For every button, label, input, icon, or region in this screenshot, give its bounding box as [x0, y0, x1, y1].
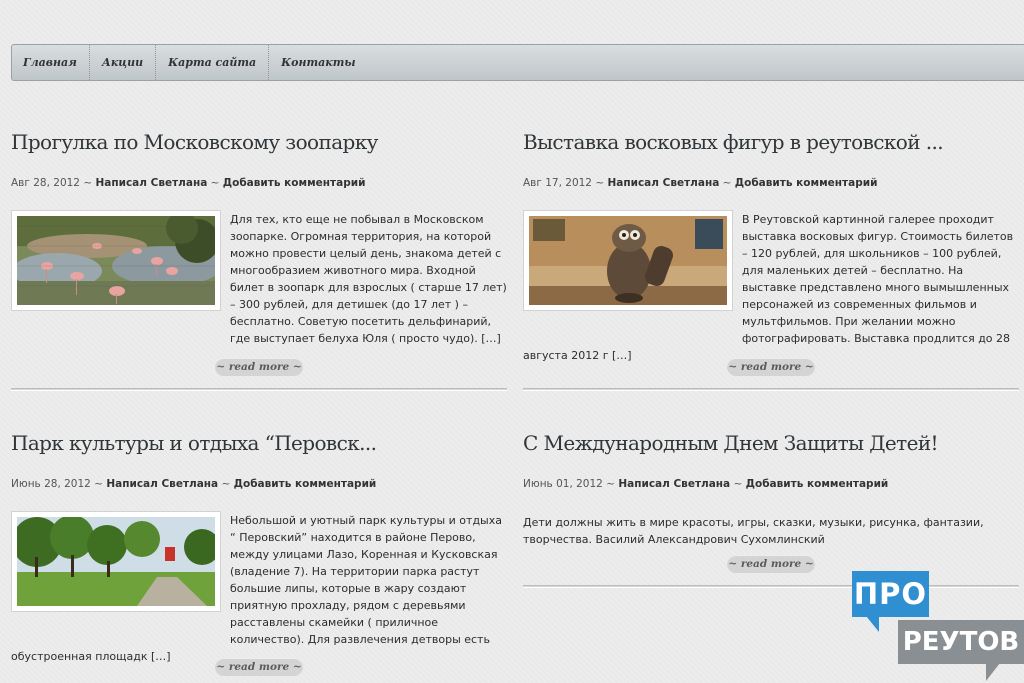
post-thumbnail-zoo[interactable] — [11, 210, 221, 311]
post-date: Авг 17, 2012 — [523, 177, 592, 189]
add-comment-link[interactable]: Добавить комментарий — [735, 177, 878, 189]
post-title[interactable]: Прогулка по Московскому зоопарку — [11, 130, 507, 154]
post-meta: Июнь 01, 2012 ~ Написал Светлана ~ Добав… — [523, 478, 888, 490]
post-author-link[interactable]: Написал Светлана — [95, 177, 207, 189]
post-title[interactable]: Парк культуры и отдыха “Перовск... — [11, 431, 507, 455]
post-title[interactable]: Выставка восковых фигур в реутовской ... — [523, 130, 1019, 154]
read-more-button[interactable]: ~ read more ~ — [727, 555, 815, 573]
post-date: Июнь 01, 2012 — [523, 478, 603, 490]
post-zoo: Прогулка по Московскому зоопарку Авг 28,… — [11, 130, 507, 391]
flamingos-photo — [17, 216, 215, 305]
post-author-link[interactable]: Написал Светлана — [618, 478, 730, 490]
post-excerpt: Дети должны жить в мире красоты, игры, с… — [523, 514, 1019, 548]
meta-separator: ~ — [90, 478, 107, 490]
nav-item-home[interactable]: Главная — [12, 45, 90, 80]
post-childrens-day: С Международным Днем Защиты Детей! Июнь … — [523, 431, 1019, 591]
post-separator — [11, 388, 507, 391]
post-title[interactable]: С Международным Днем Защиты Детей! — [523, 431, 1019, 455]
post-date: Авг 28, 2012 — [11, 177, 80, 189]
add-comment-link[interactable]: Добавить комментарий — [223, 177, 366, 189]
meta-separator: ~ — [602, 478, 619, 490]
post-excerpt-text: Для тех, кто еще не побывал в Московском… — [230, 213, 507, 345]
scrat-figure-photo — [529, 216, 727, 305]
meta-separator: ~ — [79, 177, 96, 189]
meta-separator: ~ — [719, 177, 735, 189]
post-meta: Июнь 28, 2012 ~ Написал Светлана ~ Добав… — [11, 478, 376, 490]
post-author-link[interactable]: Написал Светлана — [106, 478, 218, 490]
meta-separator: ~ — [591, 177, 608, 189]
nav-item-promotions[interactable]: Акции — [90, 45, 157, 80]
logo-reutov-bubble: РЕУТОВ — [898, 620, 1024, 664]
read-more-button[interactable]: ~ read more ~ — [215, 358, 303, 376]
logo-pro-bubble: ПРО — [852, 571, 929, 617]
nav-item-contacts[interactable]: Контакты — [269, 45, 367, 80]
meta-separator: ~ — [207, 177, 223, 189]
post-separator — [523, 388, 1019, 391]
post-wax-figures: Выставка восковых фигур в реутовской ...… — [523, 130, 1019, 391]
logo-speech-tail — [866, 616, 879, 632]
nav-item-sitemap[interactable]: Карта сайта — [156, 45, 270, 80]
post-perovsky-park: Парк культуры и отдыха “Перовск... Июнь … — [11, 431, 507, 683]
post-thumbnail-wax-figures[interactable] — [523, 210, 733, 311]
post-meta: Авг 17, 2012 ~ Написал Светлана ~ Добави… — [523, 177, 877, 189]
add-comment-link[interactable]: Добавить комментарий — [234, 478, 377, 490]
main-navigation: Главная Акции Карта сайта Контакты — [11, 44, 1024, 81]
meta-separator: ~ — [730, 478, 746, 490]
pro-reutov-logo: ПРО РЕУТОВ — [852, 571, 1024, 683]
logo-speech-tail — [986, 663, 1000, 681]
add-comment-link[interactable]: Добавить комментарий — [746, 478, 889, 490]
post-excerpt-text: Дети должны жить в мире красоты, игры, с… — [523, 516, 984, 546]
park-photo — [17, 517, 215, 606]
post-date: Июнь 28, 2012 — [11, 478, 91, 490]
post-author-link[interactable]: Написал Светлана — [607, 177, 719, 189]
read-more-button[interactable]: ~ read more ~ — [215, 658, 303, 676]
read-more-button[interactable]: ~ read more ~ — [727, 358, 815, 376]
meta-separator: ~ — [218, 478, 234, 490]
post-thumbnail-park[interactable] — [11, 511, 221, 612]
post-meta: Авг 28, 2012 ~ Написал Светлана ~ Добави… — [11, 177, 365, 189]
